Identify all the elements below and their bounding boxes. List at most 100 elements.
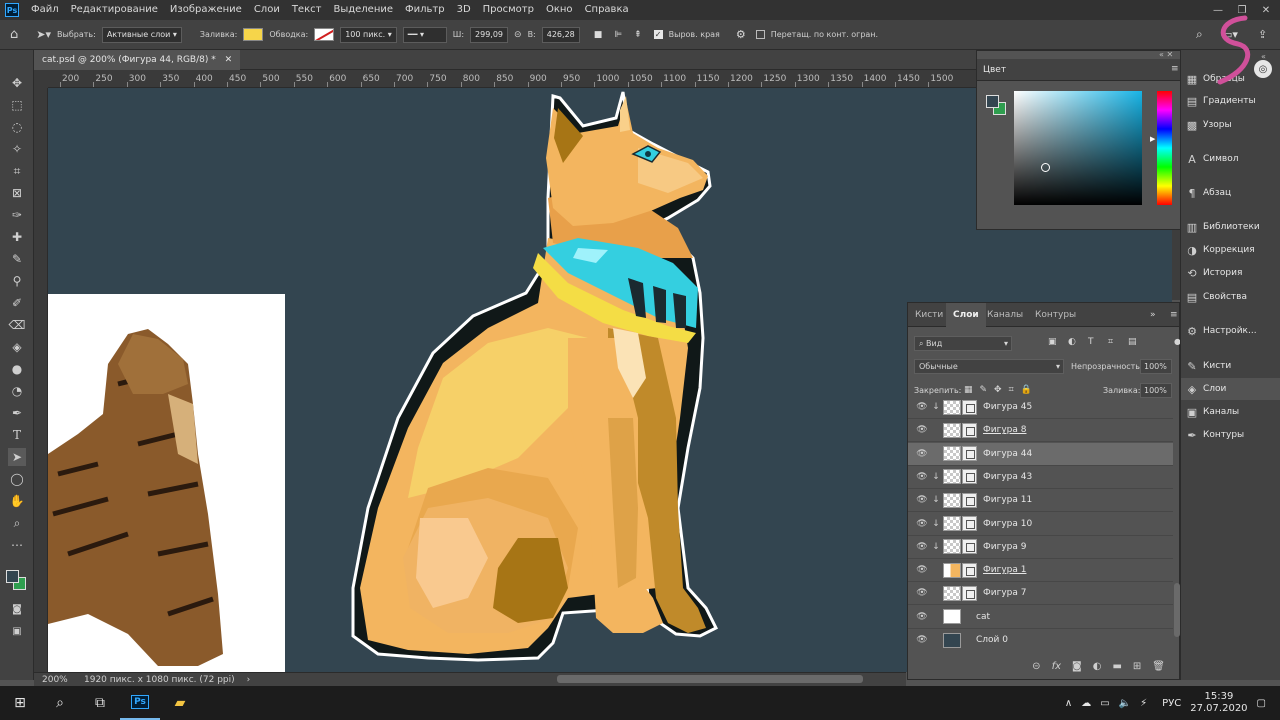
layer-thumbnail[interactable] [943, 632, 961, 648]
layer-name[interactable]: Фигура 10 [983, 519, 1032, 529]
layer-style-icon[interactable]: fx [1052, 661, 1061, 672]
visibility-eye-icon[interactable]: 👁 [915, 519, 929, 529]
battery-icon[interactable]: ▭ [1100, 698, 1109, 709]
home-icon[interactable]: ⌂ [10, 27, 18, 42]
menu-item[interactable]: Просмотр [477, 0, 540, 20]
fill-color-swatch[interactable] [243, 28, 264, 41]
canvas-horizontal-scrollbar[interactable] [557, 675, 863, 683]
menu-item[interactable]: Справка [579, 0, 635, 20]
layer-thumbnail[interactable] [943, 585, 961, 601]
dock-item[interactable]: A Символ [1181, 148, 1280, 170]
layer-thumbnail[interactable] [943, 539, 961, 555]
select-dropdown[interactable]: Активные слои ▾ [101, 26, 182, 43]
menu-item[interactable]: Изображение [164, 0, 248, 20]
layer-name[interactable]: Фигура 11 [983, 495, 1032, 505]
photoshop-taskbar-icon[interactable]: Ps [120, 686, 160, 720]
visibility-eye-icon[interactable]: 👁 [915, 402, 929, 412]
stroke-type-dropdown[interactable]: ━━ ▾ [402, 26, 447, 43]
quick-mask-icon[interactable]: ◙ [8, 600, 26, 618]
network-icon[interactable]: ⚡ [1140, 698, 1147, 709]
filter-adjustment-icon[interactable]: ◐ [1068, 337, 1076, 347]
vector-mask-thumbnail[interactable] [962, 399, 977, 415]
document-tab[interactable]: cat.psd @ 200% (Фигура 44, RGB/8) * ✕ [34, 50, 241, 70]
layer-row[interactable]: 👁 Фигура 7 [908, 582, 1173, 606]
eyedropper-tool-icon[interactable]: ✑ [8, 206, 26, 224]
vector-mask-thumbnail[interactable] [962, 585, 977, 601]
layer-row[interactable]: 👁 ↓ Фигура 45 [908, 396, 1173, 419]
vector-mask-thumbnail[interactable] [962, 469, 977, 485]
layer-row[interactable]: 👁 Фигура 44 [908, 442, 1173, 466]
menu-item[interactable]: Слои [248, 0, 286, 20]
menu-item[interactable]: 3D [451, 0, 477, 20]
layer-name[interactable]: Фигура 7 [983, 588, 1026, 598]
color-fg-swatch[interactable] [986, 95, 999, 108]
layer-thumbnail[interactable] [943, 492, 961, 508]
layer-row[interactable]: 👁 cat [908, 606, 1173, 629]
move-tool-icon[interactable]: ✥ [8, 74, 26, 92]
layer-thumbnail[interactable] [943, 562, 961, 578]
menu-item[interactable]: Окно [540, 0, 579, 20]
dock-item[interactable]: ▤ Свойства [1181, 286, 1280, 308]
frame-tool-icon[interactable]: ⊠ [8, 184, 26, 202]
layer-thumbnail[interactable] [943, 399, 961, 415]
vector-mask-thumbnail[interactable] [962, 446, 977, 462]
screen-mode-icon[interactable]: ▣ [8, 622, 26, 640]
layer-thumbnail[interactable] [943, 469, 961, 485]
layer-name[interactable]: Фигура 45 [983, 402, 1032, 412]
vector-mask-thumbnail[interactable] [962, 539, 977, 555]
pen-tool-icon[interactable]: ✒ [8, 404, 26, 422]
more-tools-icon[interactable]: ⋯ [8, 536, 26, 554]
dock-item[interactable]: ▣ Каналы [1181, 401, 1280, 423]
search-icon[interactable]: ⌕ [1196, 27, 1203, 42]
layers-panel-tab[interactable]: Контуры [1028, 303, 1083, 327]
layer-name[interactable]: Фигура 8 [983, 425, 1026, 435]
ellipse-tool-icon[interactable]: ◯ [8, 470, 26, 488]
link-layers-icon[interactable]: ⊝ [1032, 661, 1040, 672]
constrain-checkbox[interactable] [755, 30, 765, 39]
layer-thumbnail[interactable] [943, 446, 961, 462]
layers-panel-tab[interactable]: Каналы [980, 303, 1030, 327]
vector-mask-thumbnail[interactable] [962, 562, 977, 578]
color-picker-field[interactable] [1014, 91, 1142, 205]
layer-row[interactable]: 👁 Фигура 8 [908, 419, 1173, 443]
adjustment-layer-icon[interactable]: ◐ [1093, 661, 1102, 672]
file-explorer-icon[interactable]: ▰ [160, 686, 200, 720]
vector-mask-thumbnail[interactable] [962, 492, 977, 508]
layer-name[interactable]: Фигура 9 [983, 542, 1026, 552]
path-arrangement-icon[interactable]: ⇞ [634, 30, 642, 40]
opacity-field[interactable]: 100% [1140, 359, 1172, 374]
width-field[interactable]: 299,09 [470, 26, 509, 43]
color-tab[interactable]: Цвет [983, 65, 1006, 75]
color-panel-menu-icon[interactable]: ≡ [1171, 64, 1179, 74]
new-layer-icon[interactable]: ⊞ [1133, 661, 1141, 672]
new-group-icon[interactable]: ▬ [1112, 661, 1121, 672]
history-brush-tool-icon[interactable]: ✐ [8, 294, 26, 312]
path-selection-tool-icon[interactable]: ➤▾ [36, 28, 51, 41]
menu-item[interactable]: Фильтр [399, 0, 451, 20]
panel-collapse-icon[interactable]: « ✕ [1159, 50, 1173, 59]
vector-mask-thumbnail[interactable] [962, 422, 977, 438]
blend-mode-dropdown[interactable]: Обычные ▾ [914, 359, 1064, 374]
filter-type-icon[interactable]: T [1088, 337, 1094, 347]
keyboard-lang[interactable]: РУС [1162, 698, 1181, 709]
blur-tool-icon[interactable]: ● [8, 360, 26, 378]
layer-name[interactable]: Фигура 1 [983, 565, 1026, 575]
dock-item[interactable]: ⟲ История [1181, 262, 1280, 284]
layer-name[interactable]: Фигура 43 [983, 472, 1032, 482]
zoom-level[interactable]: 200% [42, 675, 84, 685]
brush-tool-icon[interactable]: ✎ [8, 250, 26, 268]
layer-name[interactable]: Фигура 44 [983, 449, 1032, 459]
visibility-eye-icon[interactable]: 👁 [915, 472, 929, 482]
path-alignment-icon[interactable]: ⊫ [614, 30, 622, 40]
notifications-icon[interactable]: ▢ [1257, 698, 1266, 709]
dock-item[interactable]: ◈ Слои [1181, 378, 1280, 400]
stroke-none-swatch[interactable] [314, 28, 335, 41]
layer-thumbnail[interactable] [943, 422, 961, 438]
layer-row[interactable]: 👁 Фигура 1 [908, 559, 1173, 583]
menu-item[interactable]: Текст [286, 0, 328, 20]
delete-layer-icon[interactable]: 🗑 [1152, 661, 1165, 672]
dock-item[interactable]: ¶ Абзац [1181, 182, 1280, 204]
volume-icon[interactable]: 🔈 [1119, 698, 1131, 709]
layer-name[interactable]: Слой 0 [976, 635, 1008, 645]
layer-row[interactable]: 👁 Слой 0 [908, 629, 1173, 651]
